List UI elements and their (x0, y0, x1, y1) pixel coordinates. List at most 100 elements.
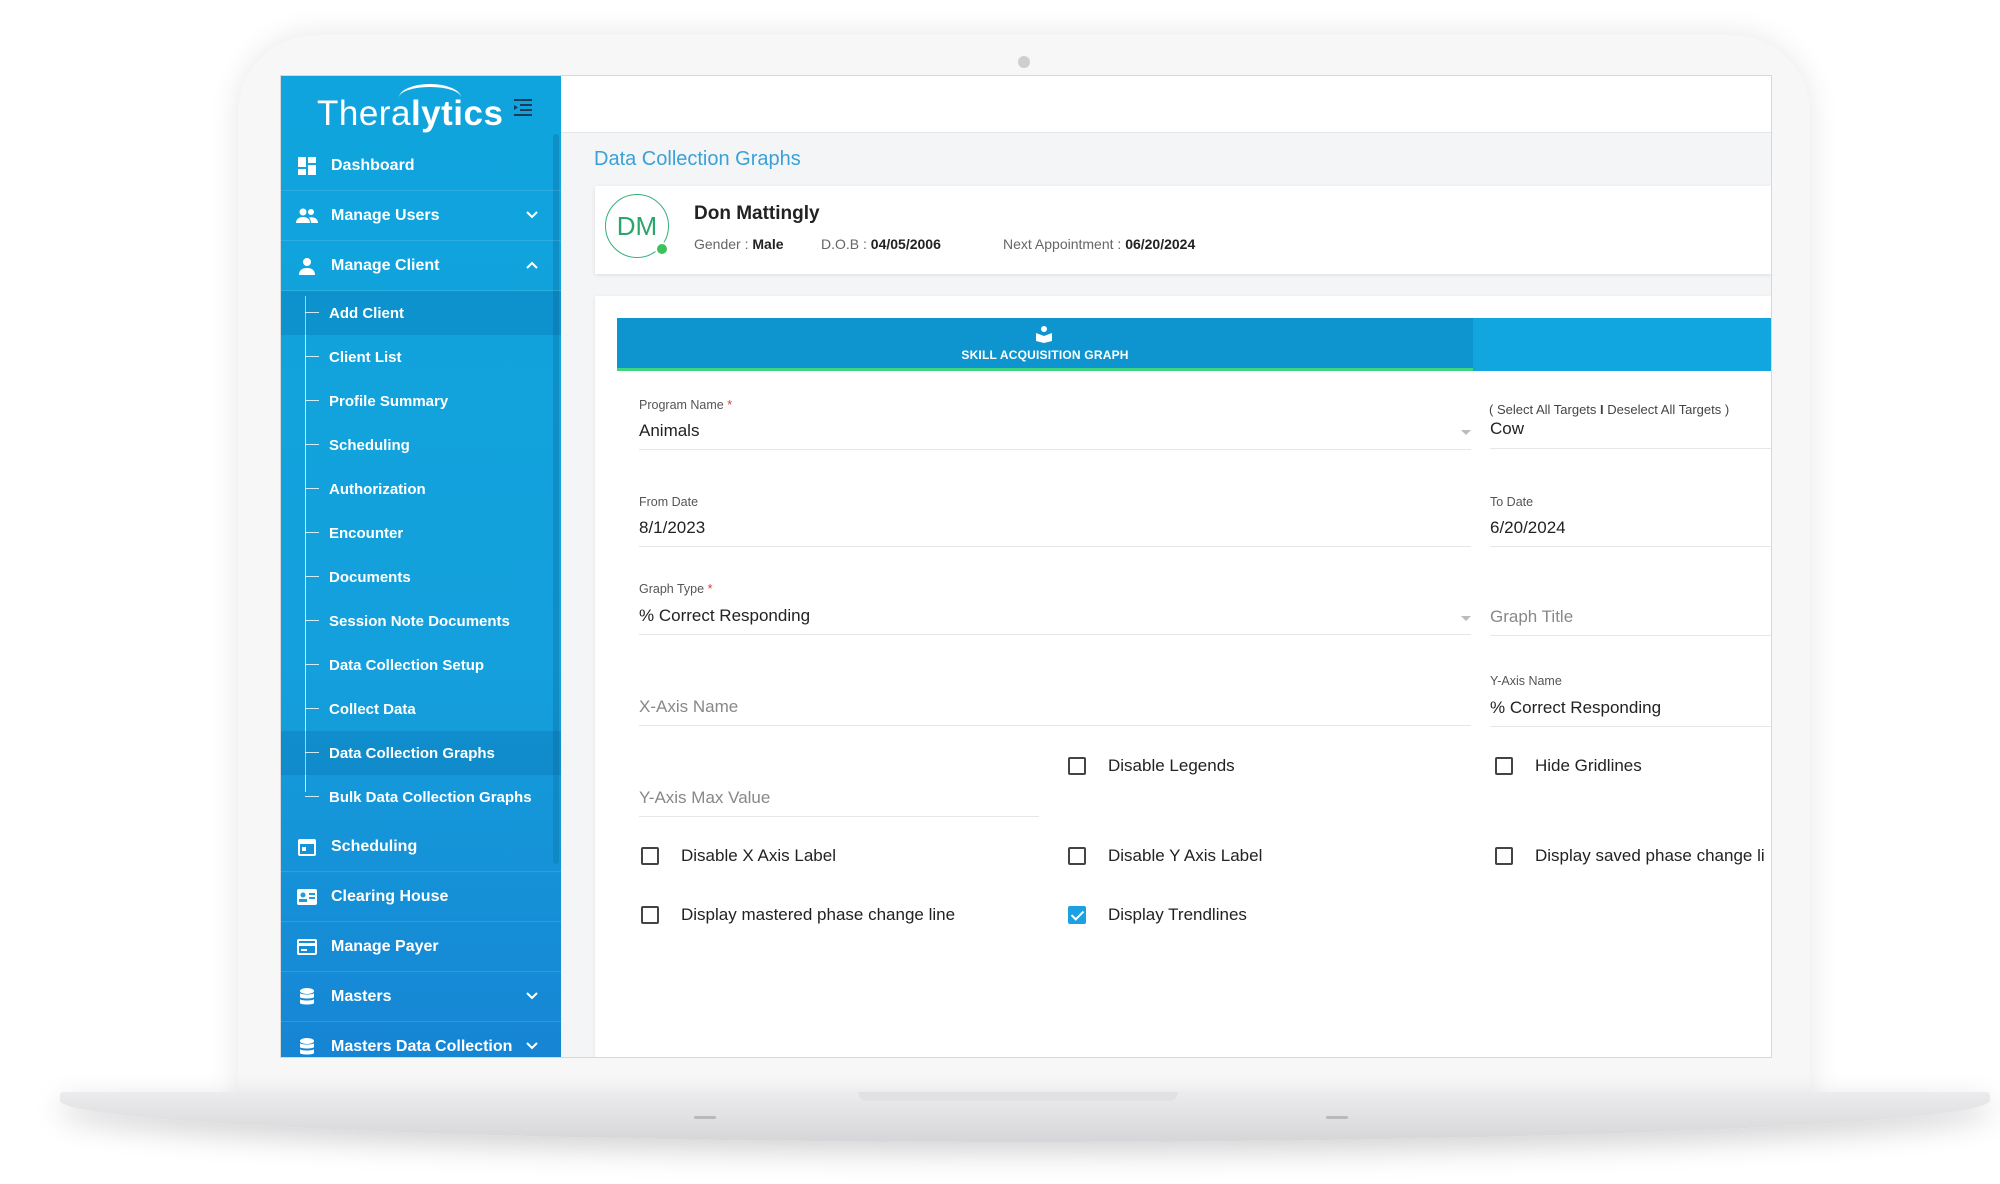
y-axis-max-underline (639, 816, 1039, 817)
next-appointment-label: Next Appointment : (1003, 236, 1126, 252)
dob-value: 04/05/2006 (870, 236, 941, 252)
graph-title-input[interactable]: Graph Title (1490, 607, 1573, 627)
sidebar-subitem-label: Data Collection Graphs (329, 744, 495, 762)
to-date-input[interactable]: 6/20/2024 (1490, 518, 1566, 538)
checkbox-label: Hide Gridlines (1535, 756, 1642, 775)
avatar-initials: DM (616, 210, 658, 241)
dashboard-icon (296, 155, 318, 177)
required-mark: * (727, 398, 733, 412)
sidebar-item-masters[interactable]: Masters (281, 972, 561, 1022)
checkbox-box[interactable] (1495, 757, 1513, 775)
graph-type-select[interactable]: % Correct Responding (639, 606, 810, 626)
checkbox-box[interactable] (1068, 757, 1086, 775)
display-trendlines-checkbox[interactable]: Display Trendlines (1068, 905, 1247, 925)
sidebar-subitem-add-client[interactable]: Add Client (281, 291, 561, 335)
checkbox-box-checked[interactable] (1068, 906, 1086, 924)
link-separator: I (1600, 402, 1604, 417)
from-date-label: From Date (639, 495, 699, 509)
client-next-appointment: Next Appointment : 06/20/2024 (1003, 236, 1195, 252)
menu-collapse-icon[interactable] (511, 96, 535, 120)
chevron-down-icon (525, 208, 539, 222)
sidebar-subitem-authorization[interactable]: Authorization (281, 467, 561, 511)
required-mark: * (707, 582, 713, 596)
sidebar-subitem-data-collection-graphs[interactable]: Data Collection Graphs (281, 731, 561, 775)
sidebar-item-label: Manage Users (331, 206, 440, 224)
target-selection-links: ( Select All Targets I Deselect All Targ… (1489, 402, 1729, 417)
from-date-input[interactable]: 8/1/2023 (639, 518, 705, 538)
laptop-notch (858, 1092, 1178, 1101)
sidebar-item-manage-client[interactable]: Manage Client (281, 241, 561, 291)
tab-skill-acquisition-graph[interactable]: SKILL ACQUISITION GRAPH (617, 318, 1473, 371)
disable-x-axis-label-checkbox[interactable]: Disable X Axis Label (641, 846, 836, 866)
sidebar-subitem-session-note-documents[interactable]: Session Note Documents (281, 599, 561, 643)
program-name-select[interactable]: Animals (639, 421, 699, 441)
hide-gridlines-checkbox[interactable]: Hide Gridlines (1495, 756, 1642, 776)
checkbox-box[interactable] (1495, 847, 1513, 865)
sidebar-subitem-collect-data[interactable]: Collect Data (281, 687, 561, 731)
x-axis-name-input[interactable]: X-Axis Name (639, 697, 738, 717)
graph-type-underline (639, 634, 1471, 635)
program-name-label: Program Name * (639, 398, 733, 412)
person-icon (296, 255, 318, 277)
sidebar-item-dashboard[interactable]: Dashboard (281, 141, 561, 191)
disable-y-axis-label-checkbox[interactable]: Disable Y Axis Label (1068, 846, 1262, 866)
sidebar-subitem-label: Encounter (329, 524, 404, 542)
deselect-all-targets-link[interactable]: Deselect All Targets ) (1607, 402, 1729, 417)
select-all-targets-link[interactable]: ( Select All Targets (1489, 402, 1596, 417)
sidebar-subitem-label: Client List (329, 348, 402, 366)
chevron-down-icon (525, 989, 539, 1003)
client-gender: Gender : Male (694, 236, 784, 252)
from-date-underline (639, 546, 1471, 547)
checkbox-box[interactable] (1068, 847, 1086, 865)
checkbox-box[interactable] (641, 906, 659, 924)
chevron-down-icon (525, 1039, 539, 1053)
sidebar-subitem-documents[interactable]: Documents (281, 555, 561, 599)
y-axis-max-input[interactable]: Y-Axis Max Value (639, 788, 770, 808)
sidebar-item-clearing-house[interactable]: Clearing House (281, 872, 561, 922)
sidebar-subitem-bulk-data-collection-graphs[interactable]: Bulk Data Collection Graphs (281, 775, 561, 819)
display-mastered-phase-change-line-checkbox[interactable]: Display mastered phase change line (641, 905, 955, 925)
display-saved-phase-change-line-checkbox[interactable]: Display saved phase change li (1495, 846, 1771, 866)
sidebar-subitem-label: Scheduling (329, 436, 410, 454)
checkbox-label: Display Trendlines (1108, 905, 1247, 924)
sidebar-subitem-label: Data Collection Setup (329, 656, 485, 674)
sidebar-subitem-label: Add Client (329, 304, 404, 322)
sidebar-subitem-label: Bulk Data Collection Graphs (329, 788, 532, 806)
sidebar-item-label: Manage Payer (331, 937, 439, 955)
chevron-up-icon (525, 258, 539, 272)
to-date-underline (1490, 546, 1771, 547)
sidebar-item-manage-payer[interactable]: Manage Payer (281, 922, 561, 972)
program-name-underline (639, 449, 1471, 450)
sidebar-subitem-data-collection-setup[interactable]: Data Collection Setup (281, 643, 561, 687)
sidebar-subitem-profile-summary[interactable]: Profile Summary (281, 379, 561, 423)
sidebar-subitem-scheduling[interactable]: Scheduling (281, 423, 561, 467)
sidebar-subitem-encounter[interactable]: Encounter (281, 511, 561, 555)
gender-value: Male (752, 236, 784, 252)
checkbox-box[interactable] (641, 847, 659, 865)
client-dob: D.O.B : 04/05/2006 (821, 236, 941, 252)
online-status-dot (655, 242, 669, 256)
sidebar-subitem-client-list[interactable]: Client List (281, 335, 561, 379)
y-axis-name-input[interactable]: % Correct Responding (1490, 698, 1661, 718)
target-select[interactable]: Cow (1490, 419, 1524, 439)
sidebar-item-masters-data-collection[interactable]: Masters Data Collection (281, 1022, 561, 1057)
dropdown-arrow-icon[interactable] (1461, 616, 1471, 621)
dropdown-arrow-icon[interactable] (1461, 430, 1471, 435)
id-card-icon (296, 886, 318, 908)
graph-type-label: Graph Type * (639, 582, 713, 596)
sidebar-subitem-label: Session Note Documents (329, 612, 510, 630)
checkbox-label: Display mastered phase change line (681, 905, 956, 924)
graph-tabs: SKILL ACQUISITION GRAPH (617, 318, 1771, 371)
client-name: Don Mattingly (694, 203, 820, 224)
card-icon (296, 936, 318, 958)
logo-text-light: Thera (317, 94, 411, 133)
y-axis-name-label: Y-Axis Name (1490, 674, 1562, 688)
client-card: DM Don Mattingly Gender : Male D.O.B : 0… (595, 186, 1771, 274)
sidebar-item-scheduling[interactable]: Scheduling (281, 822, 561, 872)
sidebar-item-label: Scheduling (331, 837, 418, 855)
disable-legends-checkbox[interactable]: Disable Legends (1068, 756, 1235, 776)
x-axis-underline (639, 725, 1471, 726)
sidebar-item-manage-users[interactable]: Manage Users (281, 191, 561, 241)
sidebar-item-label: Clearing House (331, 887, 449, 905)
logo-text-bold: lytics (410, 94, 504, 133)
